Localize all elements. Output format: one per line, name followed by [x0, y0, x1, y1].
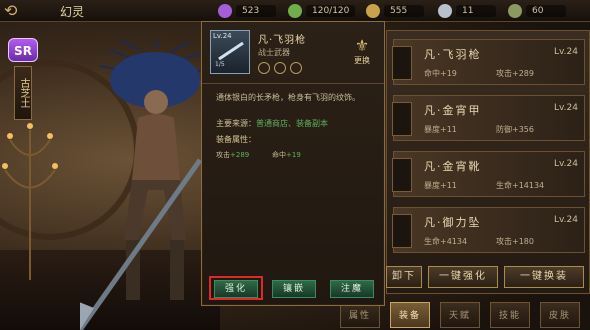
- resource-value: 555: [384, 5, 424, 17]
- hero-name-tag: 古芝土: [14, 66, 32, 120]
- equipment-item[interactable]: 凡·御力坠 Lv.24 生命+4134 攻击+180: [392, 207, 585, 253]
- item-level: Lv.24: [554, 215, 578, 225]
- item-source: 主要来源：普通商店、装备副本: [216, 118, 328, 129]
- inlay-button[interactable]: 镶嵌: [272, 280, 316, 298]
- tab-talent[interactable]: 天赋: [440, 302, 480, 328]
- attr-label: 命中: [272, 151, 286, 159]
- item-name: 凡·飞羽枪: [424, 48, 482, 61]
- equipment-item[interactable]: 凡·金宵靴 Lv.24 暴度+11 生命+14134: [392, 151, 585, 197]
- item-type: 战士武器: [258, 48, 290, 57]
- attr-label: 攻击: [216, 151, 230, 159]
- tab-skin[interactable]: 皮肤: [540, 302, 580, 328]
- item-count: 1/5: [215, 61, 225, 68]
- attribute-accuracy: 命中+19: [272, 150, 301, 160]
- highlight-box: [209, 276, 263, 300]
- resource-gem[interactable]: 523: [218, 3, 276, 19]
- item-description: 通体银白的长矛枪，枪身有飞羽的纹饰。: [216, 93, 360, 102]
- swap-button[interactable]: ⚜ 更换: [346, 36, 378, 72]
- item-stat: 暴度+11: [424, 125, 457, 134]
- source-label: 主要来源：: [216, 119, 256, 128]
- resource-value: 11: [456, 5, 496, 17]
- item-slot: Lv.24 1/5: [210, 30, 250, 74]
- empty-star-icon: [274, 62, 286, 74]
- tab-skill[interactable]: 技能: [490, 302, 530, 328]
- item-stat: 防御+356: [496, 125, 534, 134]
- item-level: Lv.24: [554, 47, 578, 57]
- resource-value: 523: [236, 5, 276, 17]
- silver-icon: [438, 4, 452, 18]
- attr-value: +289: [230, 151, 250, 159]
- candelabra-icon: [2, 123, 58, 280]
- item-stat: 暴度+11: [424, 181, 457, 190]
- green-stamina-icon: [288, 4, 302, 18]
- attribute-attack: 攻击+289: [216, 150, 249, 160]
- resource-stamina[interactable]: 120/120: [288, 3, 356, 19]
- equipment-item[interactable]: 凡·飞羽枪 Lv.24 命中+19 攻击+289: [392, 39, 585, 85]
- item-name: 凡·金宵甲: [424, 104, 482, 117]
- ore-icon: [508, 4, 522, 18]
- purple-gem-icon: [218, 4, 232, 18]
- item-name: 凡·御力坠: [424, 216, 482, 229]
- resource-coin[interactable]: 555: [366, 3, 424, 19]
- spear-icon: [218, 41, 244, 61]
- boots-icon: [392, 158, 412, 192]
- item-level: Lv.24: [213, 32, 232, 40]
- item-stat: 生命+4134: [424, 237, 468, 246]
- one-click-equip-button[interactable]: 一键换装: [504, 266, 584, 288]
- enchant-button[interactable]: 注魔: [330, 280, 374, 298]
- one-click-enhance-button[interactable]: 一键强化: [428, 266, 498, 288]
- pendant-icon: [392, 214, 412, 248]
- rarity-badge: SR: [8, 38, 38, 62]
- item-stat: 攻击+180: [496, 237, 534, 246]
- top-bar: ⟲ 幻灵 523 120/120 555 11 60: [0, 0, 590, 22]
- swap-icon: ⚜: [354, 36, 370, 55]
- empty-star-icon: [258, 62, 270, 74]
- item-name: 凡·金宵靴: [424, 160, 482, 173]
- tab-equipment[interactable]: 装备: [390, 302, 430, 328]
- item-stat: 生命+14134: [496, 181, 545, 190]
- resource-value: 60: [526, 5, 566, 17]
- item-detail-popup: Lv.24 1/5 凡·飞羽枪 战士武器 ⚜ 更换 通体银白的长矛枪，枪身有飞羽…: [201, 21, 385, 306]
- attributes-header: 装备属性：: [216, 135, 256, 144]
- page-title: 幻灵: [60, 5, 85, 19]
- item-name: 凡·飞羽枪: [258, 35, 307, 46]
- weapon-icon: [392, 46, 412, 80]
- back-arrow-icon[interactable]: ⟲: [4, 1, 48, 21]
- resource-silver[interactable]: 11: [438, 3, 496, 19]
- swap-label: 更换: [354, 56, 370, 65]
- item-stat: 命中+19: [424, 69, 457, 78]
- attr-value: +19: [286, 151, 301, 159]
- star-slots: [258, 62, 302, 74]
- unequip-button[interactable]: 卸下: [386, 266, 422, 288]
- equipment-panel: 凡·飞羽枪 Lv.24 命中+19 攻击+289 凡·金宵甲 Lv.24 暴度+…: [386, 30, 590, 294]
- coin-icon: [366, 4, 380, 18]
- item-level: Lv.24: [554, 103, 578, 113]
- empty-star-icon: [290, 62, 302, 74]
- resource-value: 120/120: [306, 5, 356, 17]
- source-value: 普通商店、装备副本: [256, 119, 328, 128]
- popup-header: Lv.24 1/5 凡·飞羽枪 战士武器 ⚜ 更换: [202, 22, 384, 84]
- item-stat: 攻击+289: [496, 69, 534, 78]
- item-level: Lv.24: [554, 159, 578, 169]
- resource-ore[interactable]: 60: [508, 3, 566, 19]
- armor-icon: [392, 102, 412, 136]
- equipment-item[interactable]: 凡·金宵甲 Lv.24 暴度+11 防御+356: [392, 95, 585, 141]
